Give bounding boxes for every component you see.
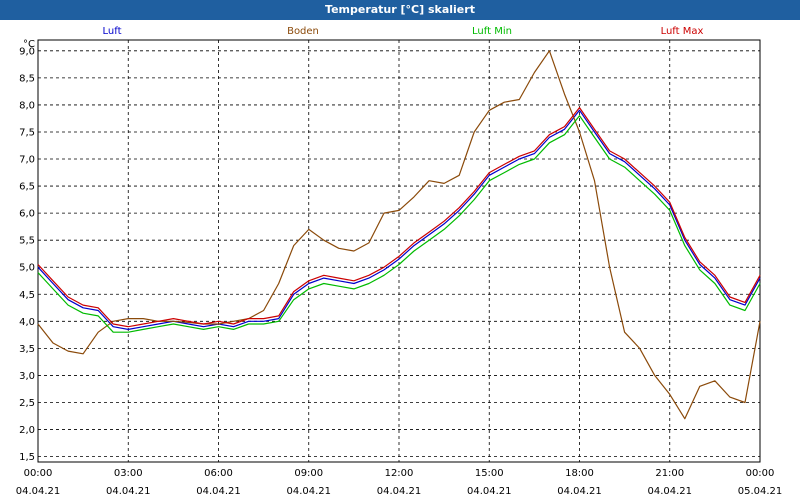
y-tick-label: 8,5 — [19, 73, 35, 84]
x-tick-date: 04.04.21 — [286, 486, 331, 497]
x-tick-date: 04.04.21 — [467, 486, 512, 497]
y-tick-label: 3,5 — [19, 344, 35, 355]
y-tick-label: 6,5 — [19, 182, 35, 193]
x-tick-time: 00:00 — [746, 468, 775, 479]
y-tick-label: 5,5 — [19, 236, 35, 247]
x-tick-time: 21:00 — [655, 468, 684, 479]
x-tick-time: 12:00 — [385, 468, 414, 479]
y-tick-label: 3,0 — [19, 371, 35, 382]
x-tick-time: 06:00 — [204, 468, 233, 479]
x-tick-time: 18:00 — [565, 468, 594, 479]
y-tick-label: 7,0 — [19, 155, 35, 166]
x-tick-date: 04.04.21 — [647, 486, 692, 497]
chart-title: Temperatur [°C] skaliert — [0, 0, 800, 20]
x-tick-date: 04.04.21 — [16, 486, 61, 497]
y-tick-label: 2,5 — [19, 398, 35, 409]
x-tick-date: 05.04.21 — [738, 486, 783, 497]
x-tick-date: 04.04.21 — [377, 486, 422, 497]
legend-entry-luft-min: Luft Min — [472, 26, 512, 37]
legend-entry-luft: Luft — [103, 26, 122, 37]
x-tick-date: 04.04.21 — [557, 486, 602, 497]
y-tick-label: 1,5 — [19, 452, 35, 463]
y-tick-label: 2,0 — [19, 425, 35, 436]
y-tick-label: 4,5 — [19, 290, 35, 301]
grid — [37, 39, 761, 463]
temperature-chart: 1,5 2,0 2,5 3,0 3,5 4,0 4,5 5,0 5,5 6,0 6,5 7,0 7,5 8… — [16, 26, 783, 497]
x-tick-time: 00:00 — [24, 468, 53, 479]
x-tick-time: 15:00 — [475, 468, 504, 479]
y-tick-label: 4,0 — [19, 317, 35, 328]
chart-window: Temperatur [°C] skaliert 1,5 2,0 2,5 3,0 3,5… — [0, 0, 800, 500]
legend-entry-boden: Boden — [287, 26, 319, 37]
legend: Luft Boden Luft Min Luft Max — [103, 26, 704, 37]
legend-entry-luft-max: Luft Max — [661, 26, 704, 37]
x-tick-time: 09:00 — [294, 468, 323, 479]
x-tick-date: 04.04.21 — [196, 486, 241, 497]
y-tick-label: 8,0 — [19, 100, 35, 111]
y-axis-unit: °C — [23, 39, 35, 50]
y-tick-label: 5,0 — [19, 263, 35, 274]
y-tick-label: 7,5 — [19, 127, 35, 138]
y-tick-label: 6,0 — [19, 209, 35, 220]
x-tick-time: 03:00 — [114, 468, 143, 479]
x-tick-date: 04.04.21 — [106, 486, 151, 497]
